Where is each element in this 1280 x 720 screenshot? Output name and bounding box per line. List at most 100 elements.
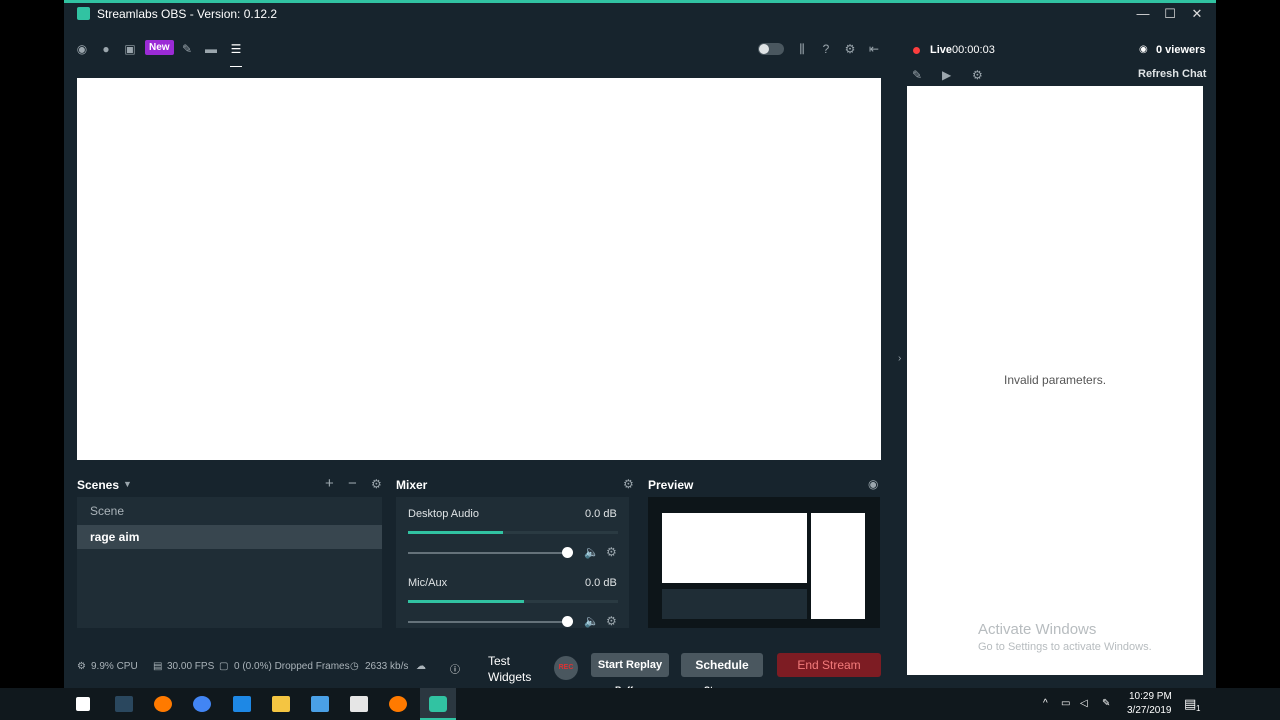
activate-windows-title: Activate Windows — [978, 621, 1097, 638]
microsoft-store-icon[interactable] — [311, 696, 329, 712]
live-chat-pane: Live 00:00:03 ◉ 0 viewers ✎ ▶ ⚙ Refresh … — [892, 33, 1216, 683]
windows-taskbar: ^ ▭ ◁ ✎ 10:29 PM 3/27/2019 ▤ 1 — [0, 688, 1280, 720]
volume-slider-knob[interactable] — [562, 547, 573, 558]
collapse-panel-icon[interactable]: ⇤ — [866, 41, 882, 57]
steam-icon[interactable] — [115, 696, 133, 712]
viewer-count: 0 viewers — [1156, 44, 1206, 56]
new-badge[interactable]: New — [145, 40, 174, 55]
add-scene-icon[interactable]: + — [325, 475, 334, 492]
schedule-button[interactable]: Schedule — [681, 653, 763, 677]
end-stream-button[interactable]: End Stream — [777, 653, 881, 677]
pen-icon[interactable]: ✎ — [1102, 698, 1110, 709]
preview-panel-title: Preview — [648, 478, 694, 492]
performance-mode-toggle[interactable] — [758, 43, 784, 55]
notification-icon[interactable]: ▤ — [1184, 696, 1196, 712]
scene-settings-icon[interactable]: ⚙ — [371, 477, 382, 491]
thumbnail-panels — [662, 589, 807, 619]
channel-settings-icon[interactable]: ⚙ — [606, 545, 617, 559]
mixer-channel-name: Desktop Audio — [408, 508, 479, 520]
themes-icon[interactable]: ✎ — [179, 41, 195, 57]
info-icon[interactable]: ⓘ — [450, 661, 460, 676]
chat-frame[interactable]: Invalid parameters. Activate Windows Go … — [907, 86, 1203, 675]
scene-item-active[interactable]: rage aim — [77, 525, 382, 549]
settings-gear-icon[interactable]: ⚙ — [842, 41, 858, 57]
dropped-frames-icon: ▢ — [219, 661, 229, 672]
bitrate-icon: ◷ — [350, 661, 359, 672]
file-explorer-icon[interactable] — [272, 696, 290, 712]
dropped-frames: 0 (0.0%) Dropped Frames — [234, 661, 350, 672]
test-widgets-button[interactable]: Test Widgets — [488, 653, 548, 685]
firefox-icon[interactable] — [154, 696, 172, 712]
mixer-channel-db: 0.0 dB — [585, 508, 617, 520]
volume-meter — [408, 600, 618, 603]
close-button[interactable]: ✕ — [1184, 4, 1210, 24]
streamlabs-taskbar-icon — [429, 696, 447, 712]
record-button[interactable]: REC — [554, 656, 578, 680]
clock-time[interactable]: 10:29 PM — [1129, 691, 1172, 702]
camera-icon[interactable]: ▶ — [942, 68, 951, 82]
layout-editor-icon[interactable]: ⫼ — [794, 41, 810, 57]
network-icon[interactable]: ▭ — [1061, 698, 1070, 709]
mixer-title: Mixer — [396, 478, 428, 492]
dashboard-icon[interactable]: ◉ — [74, 41, 90, 57]
minimize-button[interactable]: — — [1130, 4, 1156, 24]
scenes-title: Scenes — [77, 478, 120, 492]
app-window: Streamlabs OBS - Version: 0.12.2 — ☐ ✕ ◉… — [64, 0, 1216, 695]
volume-slider[interactable] — [408, 552, 566, 554]
stream-preview-canvas[interactable] — [77, 78, 881, 460]
volume-slider[interactable] — [408, 621, 566, 623]
window-title: Streamlabs OBS - Version: 0.12.2 — [97, 7, 278, 21]
top-toolbar: ◉ ● ▣ New ✎ ▬ ☰ ⫼ ? ⚙ ⇤ — [64, 33, 892, 67]
cpu-icon: ⚙ — [77, 661, 86, 672]
chat-bubble-icon[interactable]: ● — [98, 41, 114, 57]
chrome-icon[interactable] — [193, 696, 211, 712]
scenes-dropdown-icon[interactable]: ▼ — [123, 479, 132, 489]
volume-slider-knob[interactable] — [562, 616, 573, 627]
mute-speaker-icon[interactable]: 🔈 — [584, 614, 599, 628]
taskbar-active-app[interactable] — [420, 688, 456, 720]
scene-item[interactable]: Scene — [77, 499, 382, 523]
editor-icon[interactable]: ▬ — [203, 41, 219, 57]
maximize-button[interactable]: ☐ — [1157, 4, 1183, 24]
status-bar: ⚙ 9.9% CPU ▤ 30.00 FPS ▢ 0 (0.0%) Droppe… — [64, 653, 892, 683]
live-indicator-dot — [913, 47, 920, 54]
firefox-alt-icon[interactable] — [389, 696, 407, 712]
mute-speaker-icon[interactable]: 🔈 — [584, 545, 599, 559]
streamlabs-logo-icon — [77, 7, 90, 20]
activate-windows-subtitle: Go to Settings to activate Windows. — [978, 641, 1152, 653]
mixer-channel-db: 0.0 dB — [585, 577, 617, 589]
volume-meter-fill — [408, 600, 524, 603]
title-bar: Streamlabs OBS - Version: 0.12.2 — ☐ ✕ — [64, 3, 1216, 25]
windows-start-icon[interactable] — [76, 697, 90, 711]
viewers-eye-icon: ◉ — [1139, 44, 1148, 55]
edit-stream-icon[interactable]: ✎ — [912, 68, 922, 82]
mail-icon[interactable] — [350, 696, 368, 712]
start-replay-button[interactable]: Start Replay — [591, 653, 669, 677]
live-layout-icon[interactable]: ☰ — [228, 41, 244, 57]
remove-scene-icon[interactable]: − — [348, 475, 357, 492]
channel-settings-icon[interactable]: ⚙ — [606, 614, 617, 628]
clock-date[interactable]: 3/27/2019 — [1127, 705, 1172, 716]
refresh-chat-button[interactable]: Refresh Chat — [1138, 68, 1206, 80]
store-icon[interactable]: ▣ — [122, 41, 138, 57]
live-timer: 00:00:03 — [952, 44, 995, 56]
cloud-icon: ☁ — [416, 661, 426, 672]
edge-icon[interactable] — [233, 696, 251, 712]
tray-chevron-icon[interactable]: ^ — [1043, 698, 1048, 709]
mixer-settings-icon[interactable]: ⚙ — [623, 477, 634, 491]
volume-icon[interactable]: ◁ — [1080, 698, 1088, 709]
preview-thumbnail — [648, 497, 880, 628]
volume-meter-fill — [408, 531, 503, 534]
mixer-channel-name: Mic/Aux — [408, 577, 448, 589]
help-icon[interactable]: ? — [818, 41, 834, 57]
toggle-knob — [759, 44, 769, 54]
thumbnail-canvas — [662, 513, 807, 583]
chat-error-message: Invalid parameters. — [1004, 373, 1107, 387]
eye-icon[interactable]: ◉ — [868, 477, 878, 491]
fps-icon: ▤ — [153, 661, 163, 672]
thumbnail-chat — [811, 513, 865, 619]
notification-count: 1 — [1196, 704, 1201, 713]
chat-settings-icon[interactable]: ⚙ — [972, 68, 983, 82]
scenes-list: Scene rage aim — [77, 497, 382, 628]
cpu-usage: 9.9% CPU — [91, 661, 138, 672]
